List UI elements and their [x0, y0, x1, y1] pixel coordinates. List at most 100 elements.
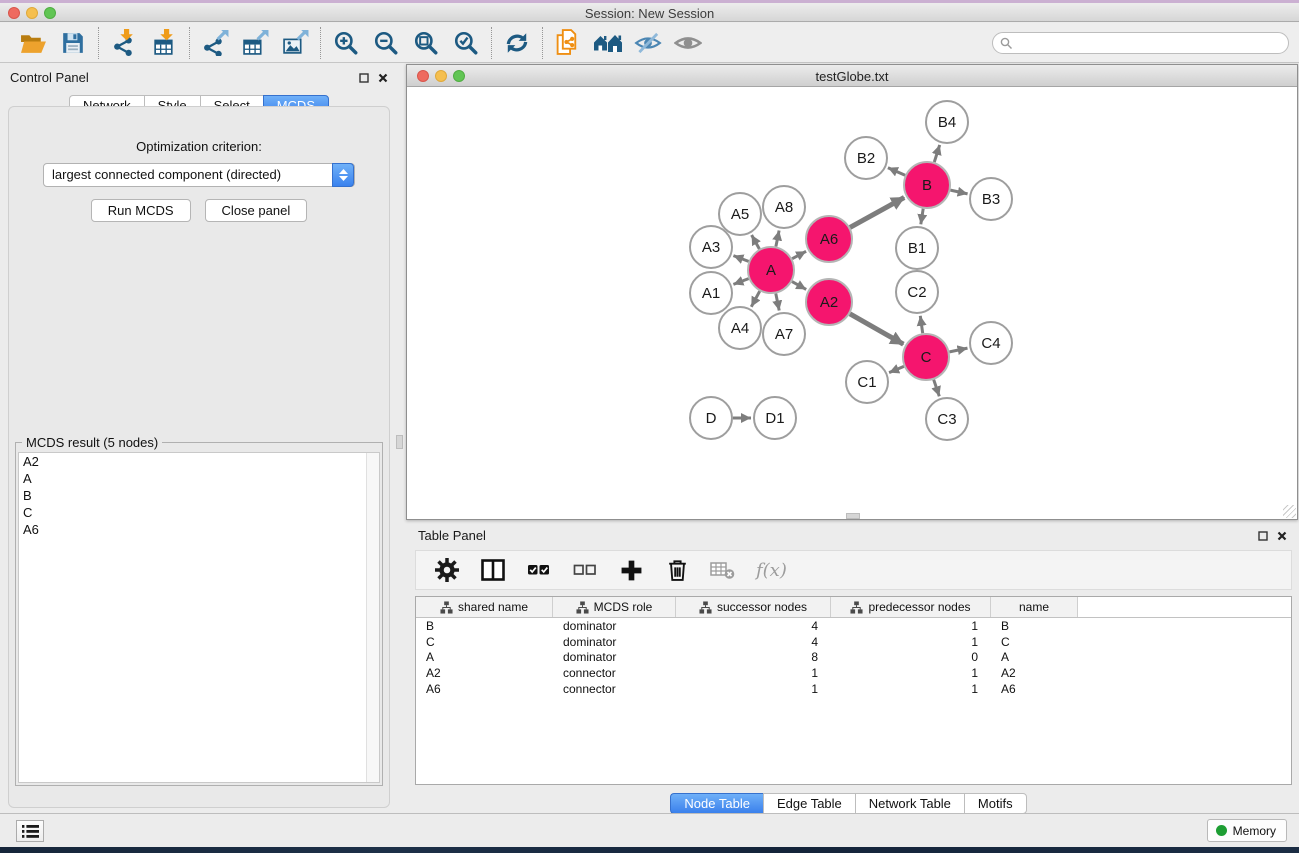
table-row[interactable]: Bdominator41B	[416, 618, 1291, 634]
table-cell[interactable]: B	[416, 619, 553, 633]
network-window-titlebar[interactable]: testGlobe.txt	[407, 65, 1297, 87]
close-table-panel-icon[interactable]	[1277, 528, 1287, 546]
tab-node-table[interactable]: Node Table	[670, 793, 763, 814]
tab-edge-table[interactable]: Edge Table	[763, 793, 855, 814]
search-input[interactable]	[992, 32, 1289, 54]
result-list-item[interactable]: A2	[19, 453, 379, 470]
graph-edge-A-A7[interactable]	[776, 294, 779, 311]
table-cell[interactable]: 4	[676, 619, 831, 633]
graph-node-A8[interactable]: A8	[763, 186, 805, 228]
graph-node-A[interactable]: A	[748, 247, 794, 293]
memory-button[interactable]: Memory	[1207, 819, 1287, 842]
node-table[interactable]: shared nameMCDS rolesuccessor nodesprede…	[415, 596, 1292, 785]
table-cell[interactable]: 1	[831, 635, 991, 649]
graph-edge-B-B1[interactable]	[921, 209, 923, 225]
zoom-out-icon[interactable]	[370, 27, 402, 59]
table-cell[interactable]: 1	[831, 666, 991, 680]
deselect-all-icon[interactable]	[572, 557, 598, 583]
graph-edge-C-C1[interactable]	[889, 366, 904, 372]
refresh-icon[interactable]	[501, 27, 533, 59]
graph-edge-A-A3[interactable]	[733, 256, 748, 262]
table-row[interactable]: Adominator80A	[416, 650, 1291, 666]
graph-node-D[interactable]: D	[690, 397, 732, 439]
open-session-icon[interactable]	[17, 27, 49, 59]
graph-edge-B-B4[interactable]	[934, 145, 939, 162]
graph-edge-A6-B[interactable]	[850, 198, 904, 228]
zoom-fit-icon[interactable]	[410, 27, 442, 59]
graph-node-A2[interactable]: A2	[806, 279, 852, 325]
network-overview-icon[interactable]	[592, 27, 624, 59]
save-session-icon[interactable]	[57, 27, 89, 59]
show-graphics-details-icon[interactable]	[672, 27, 704, 59]
table-cell[interactable]: 4	[676, 635, 831, 649]
zoom-in-icon[interactable]	[330, 27, 362, 59]
table-cell[interactable]: 1	[676, 666, 831, 680]
graph-edge-A-A8[interactable]	[776, 231, 779, 247]
table-cell[interactable]: dominator	[553, 650, 676, 664]
delete-table-icon[interactable]	[710, 557, 736, 583]
graph-edge-A-A5[interactable]	[752, 235, 760, 249]
import-table-icon[interactable]	[148, 27, 180, 59]
table-cell[interactable]: dominator	[553, 635, 676, 649]
graph-node-B3[interactable]: B3	[970, 178, 1012, 220]
table-cell[interactable]: 1	[831, 682, 991, 696]
table-cell[interactable]: A6	[416, 682, 553, 696]
import-network-icon[interactable]	[108, 27, 140, 59]
table-row[interactable]: Cdominator41C	[416, 634, 1291, 650]
graph-edge-A-A6[interactable]	[792, 251, 806, 258]
close-panel-icon[interactable]	[378, 70, 388, 88]
graph-node-B4[interactable]: B4	[926, 101, 968, 143]
table-cell[interactable]: 1	[831, 619, 991, 633]
table-cell[interactable]: 1	[676, 682, 831, 696]
float-panel-icon[interactable]	[359, 70, 369, 88]
graph-node-A3[interactable]: A3	[690, 226, 732, 268]
graph-node-C4[interactable]: C4	[970, 322, 1012, 364]
graph-node-B2[interactable]: B2	[845, 137, 887, 179]
result-list-item[interactable]: B	[19, 487, 379, 504]
column-header-shared-name[interactable]: shared name	[416, 597, 553, 617]
result-list-item[interactable]: A	[19, 470, 379, 487]
table-cell[interactable]: A2	[991, 666, 1078, 680]
table-cell[interactable]: A6	[991, 682, 1078, 696]
zoom-selected-icon[interactable]	[450, 27, 482, 59]
column-header-predecessor-nodes[interactable]: predecessor nodes	[831, 597, 991, 617]
graph-edge-C-C3[interactable]	[934, 380, 940, 397]
graph-node-D1[interactable]: D1	[754, 397, 796, 439]
table-cell[interactable]: A	[416, 650, 553, 664]
graph-edge-C-C4[interactable]	[950, 348, 968, 352]
graph-node-A4[interactable]: A4	[719, 307, 761, 349]
close-panel-button[interactable]: Close panel	[205, 199, 308, 222]
table-cell[interactable]: connector	[553, 682, 676, 696]
tab-motifs[interactable]: Motifs	[964, 793, 1027, 814]
resize-grip[interactable]	[1283, 505, 1296, 518]
graph-edge-A2-C[interactable]	[850, 314, 904, 344]
select-all-icon[interactable]	[526, 557, 552, 583]
result-list-scrollbar[interactable]	[366, 453, 379, 782]
graph-edge-A-A2[interactable]	[792, 282, 806, 290]
table-cell[interactable]: connector	[553, 666, 676, 680]
graph-edge-C-C2[interactable]	[920, 316, 922, 333]
graph-edge-B-B2[interactable]	[888, 168, 905, 176]
criterion-dropdown[interactable]: largest connected component (directed)	[43, 163, 355, 187]
column-header-successor-nodes[interactable]: successor nodes	[676, 597, 831, 617]
graph-node-C3[interactable]: C3	[926, 398, 968, 440]
delete-row-icon[interactable]	[664, 557, 690, 583]
column-browse-icon[interactable]	[480, 557, 506, 583]
network-canvas[interactable]: B4B2BB3A8A5A6A3B1AA1C2A2A4A7C4CC1C3DD1	[407, 87, 1297, 519]
table-cell[interactable]: 8	[676, 650, 831, 664]
graph-node-B1[interactable]: B1	[896, 227, 938, 269]
export-table-icon[interactable]	[239, 27, 271, 59]
table-cell[interactable]: dominator	[553, 619, 676, 633]
function-builder-icon[interactable]: f(x)	[756, 557, 787, 583]
result-list-item[interactable]: A6	[19, 521, 379, 538]
graph-edge-B-B3[interactable]	[950, 190, 967, 194]
mcds-result-list[interactable]: A2ABCA6	[18, 452, 380, 783]
column-header-MCDS-role[interactable]: MCDS role	[553, 597, 676, 617]
table-cell[interactable]: C	[991, 635, 1078, 649]
graph-edge-A-A4[interactable]	[751, 291, 759, 307]
graph-node-C[interactable]: C	[903, 334, 949, 380]
table-cell[interactable]: C	[416, 635, 553, 649]
graph-edge-A-A1[interactable]	[733, 279, 748, 285]
graph-node-A1[interactable]: A1	[690, 272, 732, 314]
graph-node-C2[interactable]: C2	[896, 271, 938, 313]
